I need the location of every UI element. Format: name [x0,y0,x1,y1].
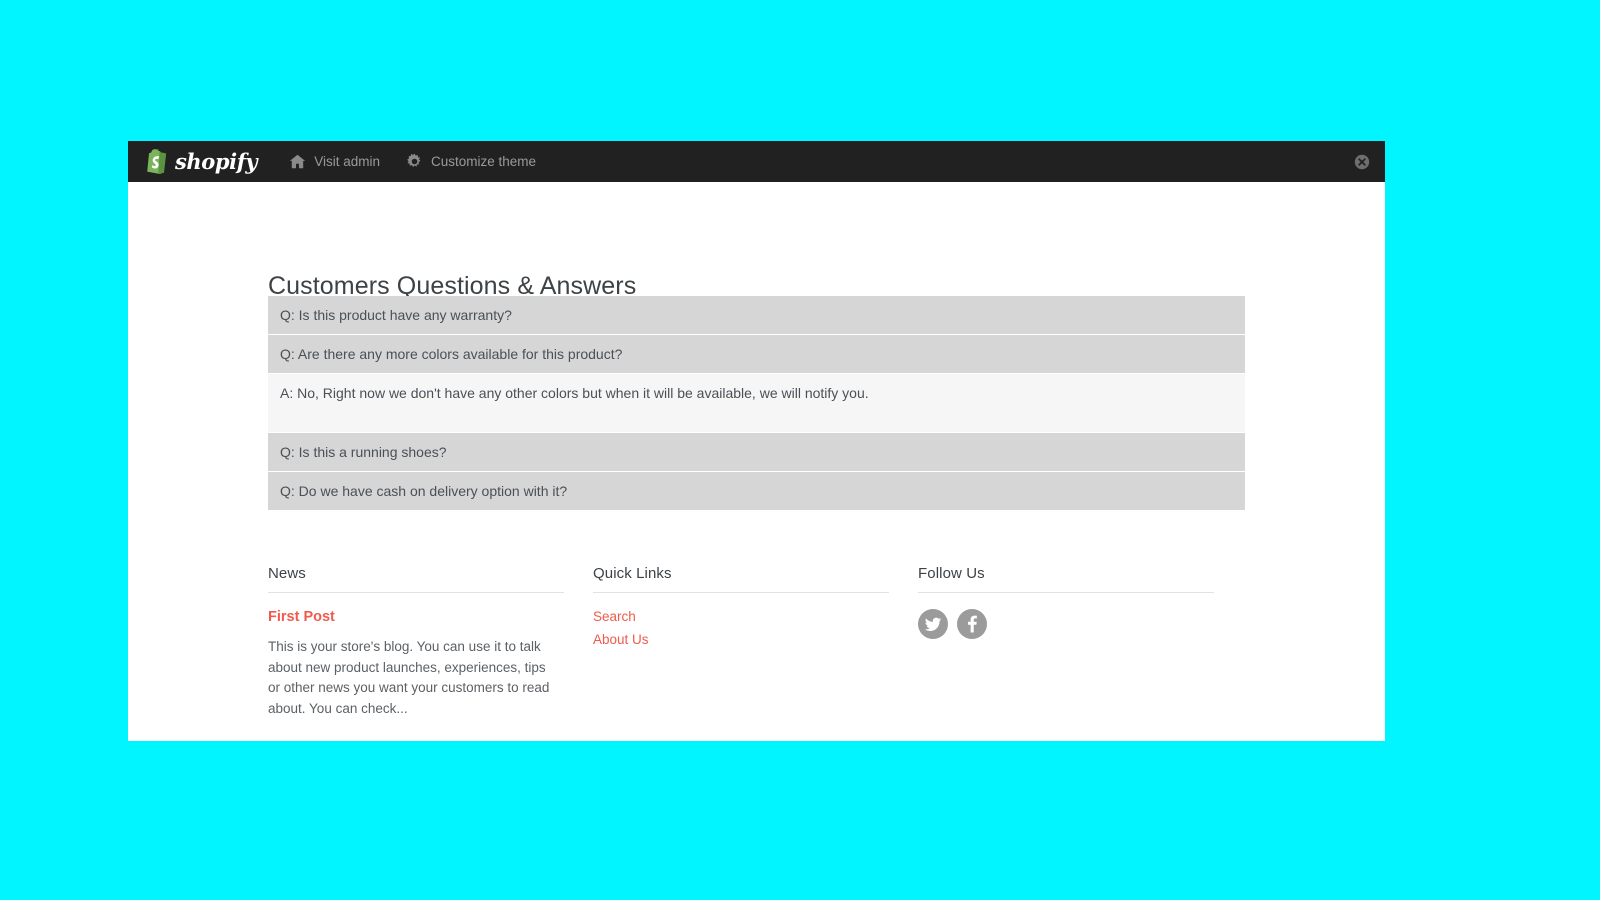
store-page-body: Customers Questions & Answers Q: Is this… [128,182,1385,741]
customize-theme-label: Customize theme [430,154,537,169]
shopify-wordmark: shopify [175,149,258,174]
theme-preview-window: shopify Visit admin Customize theme Cust… [128,141,1385,741]
visit-admin-button[interactable]: Visit admin [289,153,380,170]
facebook-link[interactable] [957,609,987,639]
news-post-title[interactable]: First Post [268,609,564,625]
site-footer: News First Post This is your store's blo… [268,565,1230,719]
faq-question-row[interactable]: Q: Do we have cash on delivery option wi… [268,472,1245,511]
shopify-admin-bar: shopify Visit admin Customize theme [128,141,1385,182]
shopify-logo[interactable]: shopify [144,148,258,175]
news-heading: News [268,565,306,582]
facebook-icon [957,609,987,639]
quick-links-divider [593,592,889,593]
faq-question-row[interactable]: Q: Is this a running shoes? [268,433,1245,472]
footer-column-news: News First Post This is your store's blo… [268,565,564,719]
social-links [918,609,1214,639]
close-bar-button[interactable] [1354,154,1370,170]
faq-question-row[interactable]: Q: Are there any more colors available f… [268,335,1245,374]
faq-answer-row: A: No, Right now we don't have any other… [268,374,1245,433]
faq-accordion: Q: Is this product have any warranty? Q:… [268,296,1245,511]
faq-question-row[interactable]: Q: Is this product have any warranty? [268,296,1245,335]
close-circle-icon [1354,154,1370,169]
customize-theme-button[interactable]: Customize theme [406,153,536,170]
shopify-bag-icon [144,148,168,175]
follow-us-heading: Follow Us [918,565,985,582]
news-divider [268,592,564,593]
news-post-excerpt: This is your store's blog. You can use i… [268,639,550,716]
gear-icon [406,153,423,170]
visit-admin-label: Visit admin [314,154,380,169]
footer-column-quick-links: Quick Links Search About Us [593,565,889,719]
twitter-icon [918,609,948,639]
footer-column-follow-us: Follow Us [918,565,1214,719]
quick-link-search[interactable]: Search [593,609,889,624]
quick-link-about-us[interactable]: About Us [593,632,889,647]
follow-us-divider [918,592,1214,593]
home-icon [289,153,306,170]
quick-links-heading: Quick Links [593,565,672,582]
twitter-link[interactable] [918,609,948,639]
